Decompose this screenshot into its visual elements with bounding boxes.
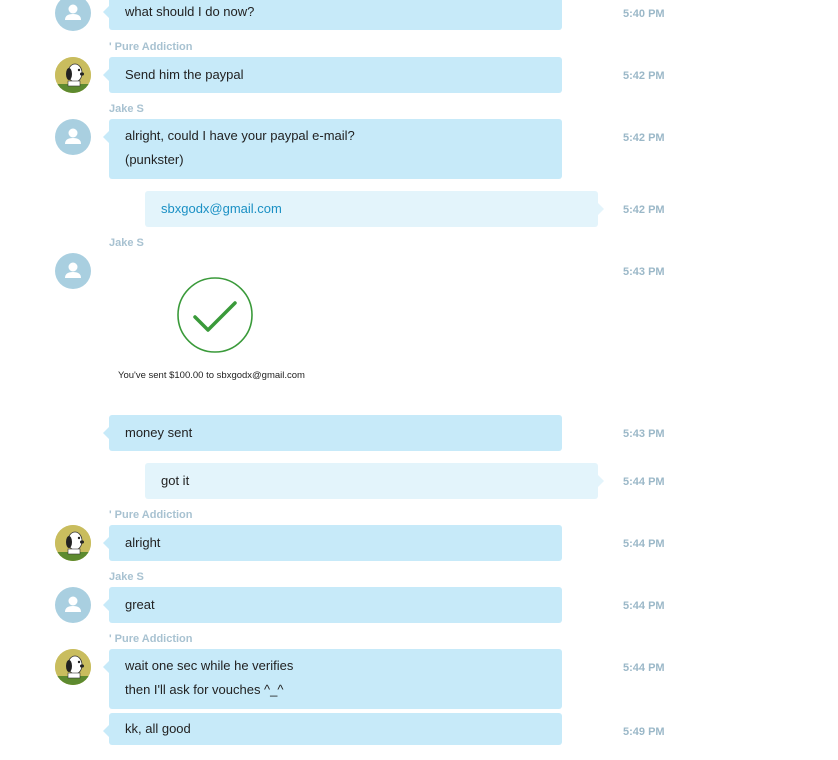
message-bubble[interactable]: kk, all good (103, 713, 562, 745)
sender-name: Jake S (109, 103, 144, 115)
message-text-line: then I'll ask for vouches ^_^ (125, 682, 284, 697)
avatar-jake[interactable] (55, 0, 91, 31)
message-text-line: alright, could I have your paypal e-mail… (125, 128, 355, 143)
sender-name: ' Pure Addiction (109, 633, 193, 645)
message-bubble[interactable]: alright, could I have your paypal e-mail… (103, 119, 562, 179)
avatar-jake[interactable] (55, 119, 91, 155)
message-bubble[interactable]: alright (103, 525, 562, 561)
message-text: got it (161, 473, 190, 488)
sender-name: ' Pure Addiction (109, 509, 193, 521)
message-bubble-outgoing[interactable]: sbxgodx@gmail.com (145, 191, 604, 227)
message-text: Send him the paypal (125, 67, 244, 82)
person-silhouette-icon (65, 4, 81, 20)
message-timestamp: 5:44 PM (623, 476, 665, 488)
sender-name: Jake S (109, 571, 144, 583)
message-text: great (125, 597, 155, 612)
message-timestamp: 5:42 PM (623, 204, 665, 216)
message-timestamp: 5:49 PM (623, 726, 665, 738)
message-timestamp: 5:43 PM (623, 428, 665, 440)
message-timestamp: 5:44 PM (623, 600, 665, 612)
message-timestamp: 5:42 PM (623, 70, 665, 82)
avatar-pure-addiction[interactable] (55, 525, 91, 561)
message-timestamp: 5:44 PM (623, 538, 665, 550)
email-link[interactable]: sbxgodx@gmail.com (161, 197, 582, 221)
message-text-line: (punkster) (125, 152, 184, 167)
sender-name: Jake S (109, 237, 144, 249)
person-silhouette-icon (65, 262, 81, 278)
payment-caption: You've sent $100.00 to sbxgodx@gmail.com (118, 370, 305, 381)
message-bubble[interactable]: money sent (103, 415, 562, 451)
check-circle-icon (177, 277, 253, 353)
message-text: what should I do now? (125, 4, 255, 19)
message-timestamp: 5:40 PM (623, 8, 665, 20)
snoopy-avatar-icon (55, 525, 91, 561)
avatar-jake[interactable] (55, 253, 91, 289)
message-timestamp: 5:43 PM (623, 266, 665, 278)
message-text: alright (125, 535, 161, 550)
message-bubble[interactable]: great (103, 587, 562, 623)
message-timestamp: 5:42 PM (623, 132, 665, 144)
snoopy-avatar-icon (55, 57, 91, 93)
message-bubble-outgoing[interactable]: got it (145, 463, 604, 499)
message-bubble[interactable]: Send him the paypal (103, 57, 562, 93)
message-bubble[interactable]: wait one sec while he verifies then I'll… (103, 649, 562, 709)
sender-name: ' Pure Addiction (109, 41, 193, 53)
avatar-pure-addiction[interactable] (55, 649, 91, 685)
avatar-pure-addiction[interactable] (55, 57, 91, 93)
avatar-jake[interactable] (55, 587, 91, 623)
message-text: money sent (125, 425, 193, 440)
payment-receipt-image[interactable]: You've sent $100.00 to sbxgodx@gmail.com (109, 262, 329, 392)
snoopy-avatar-icon (55, 649, 91, 685)
person-silhouette-icon (65, 596, 81, 612)
message-bubble[interactable]: what should I do now? (103, 0, 562, 30)
person-silhouette-icon (65, 128, 81, 144)
message-text-line: wait one sec while he verifies (125, 658, 294, 673)
message-timestamp: 5:44 PM (623, 662, 665, 674)
message-text: kk, all good (125, 721, 191, 736)
